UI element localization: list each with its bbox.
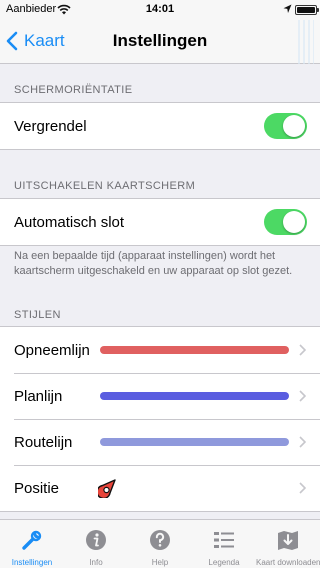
- download-map-icon: [278, 531, 298, 550]
- tab-label: Kaart downloaden: [256, 558, 320, 567]
- clock: 14:01: [145, 3, 175, 15]
- row-label: Planlijn: [14, 387, 63, 405]
- page-title: Instellingen: [112, 31, 208, 50]
- battery-icon: [295, 5, 319, 15]
- chevron-right-icon: [299, 390, 306, 402]
- navigation-bar: Kaart Instellingen: [0, 20, 320, 64]
- tab-legenda[interactable]: Legenda: [192, 520, 256, 568]
- tab-label: Help: [151, 558, 169, 567]
- tab-instellingen[interactable]: Instellingen: [0, 520, 64, 568]
- wrench-icon: [22, 530, 42, 550]
- record-line-sample: [100, 346, 289, 354]
- row-label: Routelijn: [14, 433, 73, 451]
- auto-lock-footer: Na een bepaalde tijd (apparaat instellin…: [14, 250, 293, 277]
- position-marker-icon: [98, 479, 116, 498]
- styles-group: Opneemlijn Planlijn Routelijn Positie: [0, 326, 320, 512]
- legend-list-icon: [214, 532, 234, 548]
- row-label: Positie: [14, 479, 60, 497]
- tab-label: Info: [89, 558, 103, 567]
- auto-lock-toggle[interactable]: [264, 209, 307, 235]
- row-lock-orientation: Vergrendel: [0, 103, 320, 149]
- info-icon: [86, 530, 106, 550]
- route-line-sample: [100, 438, 289, 446]
- lock-orientation-toggle[interactable]: [264, 113, 307, 139]
- tab-kaart-downloaden[interactable]: Kaart downloaden: [256, 520, 320, 568]
- orientation-group: Vergrendel: [0, 102, 320, 150]
- chevron-right-icon: [299, 436, 306, 448]
- section-header-auto-lock: UITSCHAKELEN KAARTSCHERM: [14, 180, 196, 192]
- section-header-orientation: SCHERMORIËNTATIE: [14, 84, 133, 96]
- status-bar: Aanbieder 14:01: [0, 0, 320, 20]
- section-header-styles: STIJLEN: [14, 309, 61, 321]
- tab-bar: Instellingen Info Help Legenda Kaart dow…: [0, 519, 320, 568]
- row-planlijn[interactable]: Planlijn: [0, 373, 320, 419]
- row-auto-lock: Automatisch slot: [0, 199, 320, 245]
- row-opneemlijn[interactable]: Opneemlijn: [0, 327, 320, 373]
- nav-decoration: [298, 20, 314, 64]
- tab-help[interactable]: Help: [128, 520, 192, 568]
- row-label: Vergrendel: [14, 117, 87, 135]
- row-label: Opneemlijn: [14, 341, 90, 359]
- tab-label: Legenda: [208, 558, 240, 567]
- row-positie[interactable]: Positie: [0, 465, 320, 511]
- tab-label: Instellingen: [11, 558, 53, 567]
- plan-line-sample: [100, 392, 289, 400]
- chevron-right-icon: [299, 482, 306, 494]
- help-icon: [150, 530, 170, 550]
- row-label: Automatisch slot: [14, 213, 125, 231]
- tab-info[interactable]: Info: [64, 520, 128, 568]
- row-routelijn[interactable]: Routelijn: [0, 419, 320, 465]
- auto-lock-group: Automatisch slot: [0, 198, 320, 246]
- location-arrow-icon: [283, 4, 292, 13]
- chevron-right-icon: [299, 344, 306, 356]
